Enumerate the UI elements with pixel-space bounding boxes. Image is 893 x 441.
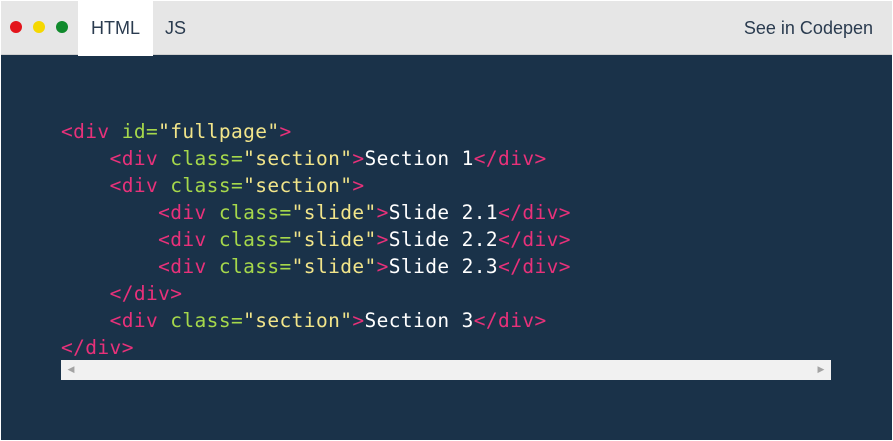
code-tag-token: <div (109, 309, 171, 332)
code-attribute-token: class= (218, 228, 292, 251)
code-string-token: "fullpage" (158, 120, 280, 143)
code-line: <div class="section"> (61, 172, 571, 199)
code-tag-token: > (376, 228, 389, 251)
code-line: <div class="slide">Slide 2.1</div> (61, 199, 571, 226)
code-text-token: Slide 2.3 (388, 255, 499, 278)
code-embed-window: HTML JS See in Codepen <div id="fullpage… (0, 0, 893, 441)
horizontal-scrollbar[interactable]: ◀ ▶ (61, 360, 831, 380)
code-tag-token: </div> (498, 255, 571, 278)
code-line: <div class="section">Section 3</div> (61, 307, 571, 334)
code-tag-token: <div (109, 174, 171, 197)
code-string-token: "slide" (291, 255, 377, 278)
code-line: <div class="section">Section 1</div> (61, 145, 571, 172)
code-tag-token: > (376, 255, 389, 278)
code-string-token: "slide" (291, 201, 377, 224)
tab-html[interactable]: HTML (78, 1, 153, 56)
code-attribute-token: class= (170, 174, 244, 197)
code-tag-token: </div> (473, 309, 547, 332)
code-tag-token: <div (109, 147, 171, 170)
minimize-dot (33, 21, 45, 33)
code-tag-token: > (352, 309, 365, 332)
code-text-token: Section 1 (364, 147, 474, 170)
scroll-right-arrow-icon[interactable]: ▶ (813, 360, 829, 380)
code-line: <div class="slide">Slide 2.3</div> (61, 253, 571, 280)
tab-bar: HTML JS (78, 1, 198, 56)
code-line: </div> (61, 280, 571, 307)
code-block: <div id="fullpage"> <div class="section"… (61, 118, 571, 361)
code-text-token: Section 3 (364, 309, 474, 332)
see-in-codepen-link[interactable]: See in Codepen (744, 1, 873, 55)
code-string-token: "section" (243, 174, 353, 197)
code-tag-token: </div> (473, 147, 547, 170)
code-string-token: "section" (243, 147, 353, 170)
code-tag-token: > (279, 120, 292, 143)
code-tag-token: </div> (498, 228, 571, 251)
code-tag-token: > (376, 201, 389, 224)
code-attribute-token: class= (218, 255, 292, 278)
code-attribute-token: id= (121, 120, 159, 143)
code-tag-token: </div> (498, 201, 571, 224)
maximize-dot (56, 21, 68, 33)
code-string-token: "section" (243, 309, 353, 332)
tab-js[interactable]: JS (153, 1, 198, 55)
code-text-token: Slide 2.2 (388, 228, 499, 251)
code-string-token: "slide" (291, 228, 377, 251)
code-tag-token: > (352, 147, 365, 170)
window-controls (10, 21, 68, 33)
code-tag-token: <div (158, 228, 219, 251)
top-bar: HTML JS See in Codepen (1, 1, 892, 56)
code-attribute-token: class= (170, 147, 244, 170)
close-dot (10, 21, 22, 33)
code-line: </div> (61, 334, 571, 361)
code-line: <div id="fullpage"> (61, 118, 571, 145)
code-text-token: Slide 2.1 (388, 201, 499, 224)
code-tag-token: <div (158, 255, 219, 278)
code-line: <div class="slide">Slide 2.2</div> (61, 226, 571, 253)
code-tag-token: </div> (61, 336, 134, 359)
code-tag-token: > (352, 174, 365, 197)
code-attribute-token: class= (218, 201, 292, 224)
code-tag-token: </div> (109, 282, 183, 305)
code-attribute-token: class= (170, 309, 244, 332)
code-tag-token: <div (158, 201, 219, 224)
scroll-left-arrow-icon[interactable]: ◀ (63, 360, 79, 380)
code-tag-token: <div (61, 120, 122, 143)
